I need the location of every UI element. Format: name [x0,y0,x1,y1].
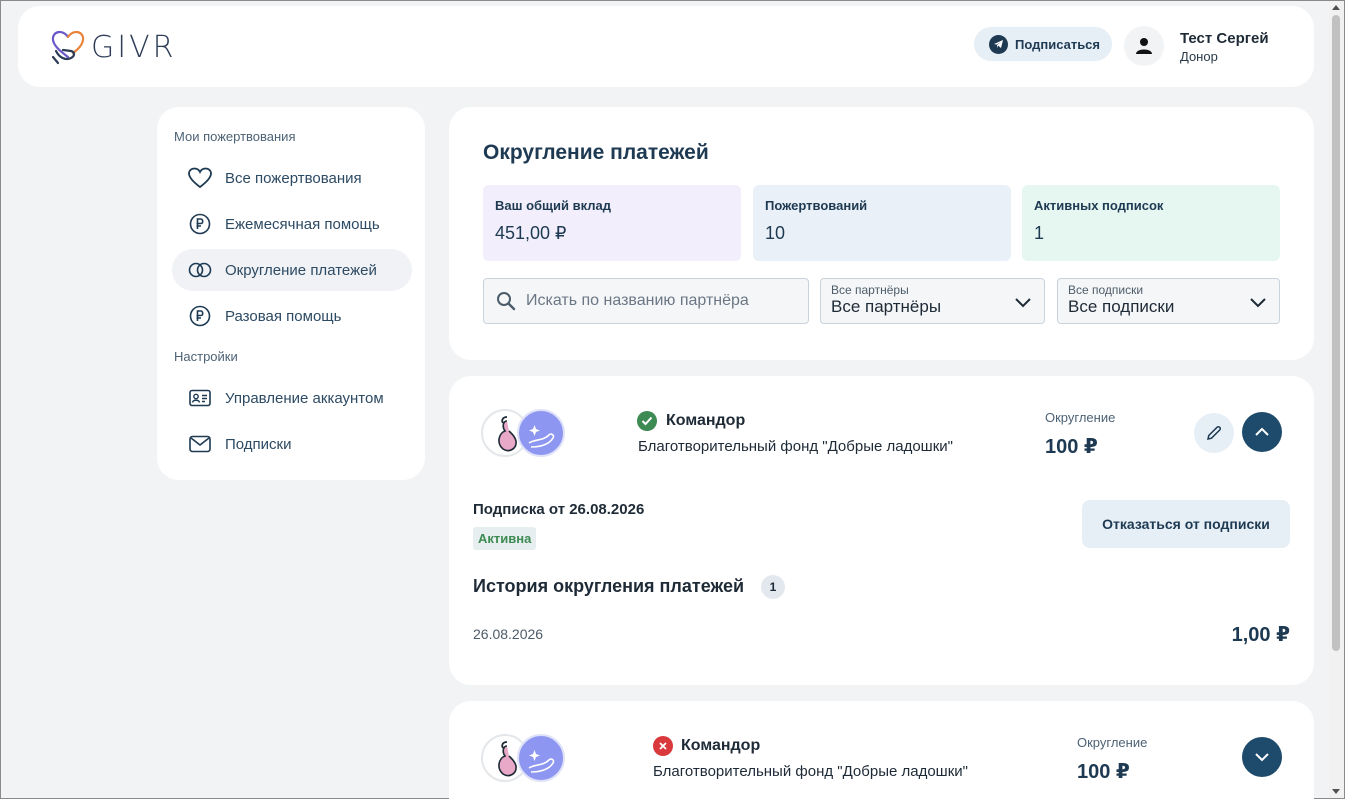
partner-name: Командор [666,412,746,429]
hands-sparkle-logo-icon [528,750,555,773]
fund-name: Благотворительный фонд "Добрые ладошки" [653,763,968,780]
vertical-scrollbar[interactable] [1329,1,1344,798]
status-badge: Активна [473,527,537,550]
sidebar-item-one-time[interactable]: Разовая помощь [172,295,412,337]
subscribe-button[interactable]: Подписаться [974,27,1112,61]
stat-label: Активных подписок [1034,198,1164,213]
select-label: Все партнёры [831,283,909,297]
sidebar-item-monthly[interactable]: Ежемесячная помощь [172,203,412,245]
sidebar: Мои пожертвования Все пожертвования Ежем… [157,107,425,480]
user-icon [1136,38,1152,54]
history-row-date: 26.08.2026 [473,626,544,642]
id-card-icon [188,386,212,410]
partners-filter-select[interactable]: Все партнёры Все партнёры [820,278,1045,324]
amount-value: 100 ₽ [1077,761,1130,783]
sidebar-item-account[interactable]: Управление аккаунтом [172,377,412,419]
hands-sparkle-logo-icon [528,425,555,448]
avatar[interactable] [1124,26,1164,66]
user-name[interactable]: Тест Сергей [1180,30,1269,47]
edit-button[interactable] [1194,413,1234,453]
rings-icon [188,258,212,282]
chevron-down-icon [1255,753,1269,762]
givr-logo[interactable]: GIVR [49,27,176,67]
sidebar-item-label: Подписки [225,435,292,453]
chevron-up-icon [1255,427,1269,436]
partner-name: Командор [681,737,761,754]
amount-label: Округление [1045,410,1116,425]
subscription-date: Подписка от 26.08.2026 [473,501,645,518]
chevron-down-icon [1014,295,1032,313]
history-row-amount: 1,00 ₽ [1231,624,1290,646]
stat-value: 10 [765,223,786,243]
heart-icon [188,166,212,190]
stat-total-contribution: Ваш общий вклад 451,00 ₽ [483,185,741,261]
partner-logos [481,409,567,459]
subscription-card: Командор Благотворительный фонд "Добрые … [449,701,1314,799]
expand-button[interactable] [1242,737,1282,777]
scroll-thumb[interactable] [1332,15,1340,651]
fund-name: Благотворительный фонд "Добрые ладошки" [638,438,953,455]
subscriptions-filter-select[interactable]: Все подписки Все подписки [1057,278,1280,324]
sidebar-item-subscriptions[interactable]: Подписки [172,423,412,465]
search-placeholder: Искать по названию партнёра [526,292,749,309]
collapse-button[interactable] [1242,412,1282,452]
sidebar-item-label: Управление аккаунтом [225,389,384,407]
subscription-card: Командор Благотворительный фонд "Добрые … [449,376,1314,685]
scroll-down-arrow-icon[interactable] [1332,789,1340,794]
search-icon [496,291,516,311]
rounding-summary-panel: Округление платежей Ваш общий вклад 451,… [449,107,1314,360]
mail-icon [188,432,212,456]
ruble-icon [188,212,212,236]
amount-value: 100 ₽ [1045,436,1098,458]
select-value: Все подписки [1068,297,1175,316]
stat-label: Ваш общий вклад [495,198,611,213]
ruble-icon [188,304,212,328]
status-cancelled-icon [653,736,673,756]
scroll-up-arrow-icon[interactable] [1332,5,1340,10]
history-count-badge: 1 [761,575,785,599]
pencil-icon [1207,425,1222,440]
sidebar-item-label: Все пожертвования [225,169,362,187]
fund-logo [517,409,565,457]
sidebar-item-label: Округление платежей [225,261,377,279]
history-title: История округления платежей [473,576,745,596]
chevron-down-icon [1249,295,1267,313]
sidebar-section-settings: Настройки [174,349,238,364]
stat-value: 1 [1034,223,1045,243]
heart-hand-logo-icon [51,30,85,65]
stat-value: 451,00 ₽ [495,223,567,243]
stat-active-subscriptions: Активных подписок 1 [1022,185,1280,261]
stat-label: Пожертвований [765,198,868,213]
select-value: Все партнёры [831,297,942,316]
sidebar-item-rounding[interactable]: Округление платежей [172,249,412,291]
sidebar-item-all-donations[interactable]: Все пожертвования [172,157,412,199]
page-title: Округление платежей [483,141,709,164]
unsubscribe-button[interactable]: Отказаться от подписки [1082,500,1290,548]
subscribe-label: Подписаться [1015,36,1101,52]
sidebar-section-donations: Мои пожертвования [174,129,296,144]
status-active-icon [637,411,657,431]
partner-logos [481,734,567,784]
telegram-icon [989,34,1008,54]
search-input[interactable]: Искать по названию партнёра [483,278,809,324]
select-label: Все подписки [1068,283,1144,297]
fund-logo [517,734,565,782]
user-role: Донор [1180,49,1218,64]
sidebar-item-label: Ежемесячная помощь [225,215,380,233]
logo-text: GIVR [91,29,177,65]
sidebar-item-label: Разовая помощь [225,307,342,325]
stat-donations-count: Пожертвований 10 [753,185,1011,261]
amount-label: Округление [1077,735,1148,750]
header: GIVR Подписаться Тест Сергей Донор [18,6,1314,87]
